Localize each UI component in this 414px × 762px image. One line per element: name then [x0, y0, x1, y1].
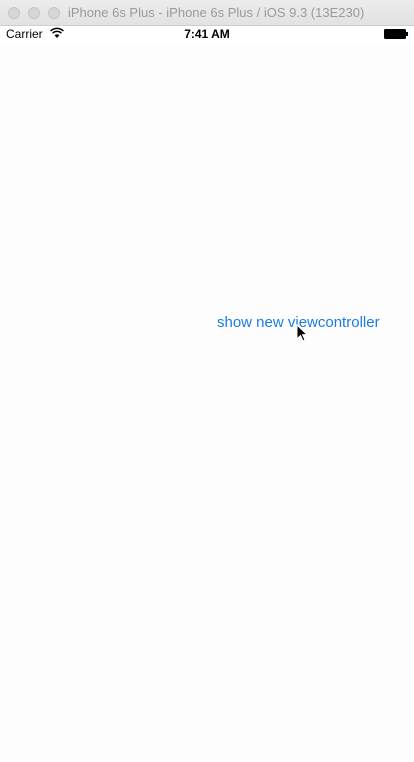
- minimize-window-button[interactable]: [28, 7, 40, 19]
- simulator-window: iPhone 6s Plus - iPhone 6s Plus / iOS 9.…: [0, 0, 414, 762]
- battery-icon: [384, 29, 408, 39]
- status-time: 7:41 AM: [184, 27, 230, 41]
- zoom-window-button[interactable]: [48, 7, 60, 19]
- view-controller-content: show new viewcontroller: [0, 44, 414, 762]
- status-bar: Carrier 7:41 AM: [0, 26, 414, 44]
- window-title: iPhone 6s Plus - iPhone 6s Plus / iOS 9.…: [68, 5, 365, 20]
- close-window-button[interactable]: [8, 7, 20, 19]
- title-bar: iPhone 6s Plus - iPhone 6s Plus / iOS 9.…: [0, 0, 414, 26]
- mouse-cursor-icon: [296, 324, 308, 342]
